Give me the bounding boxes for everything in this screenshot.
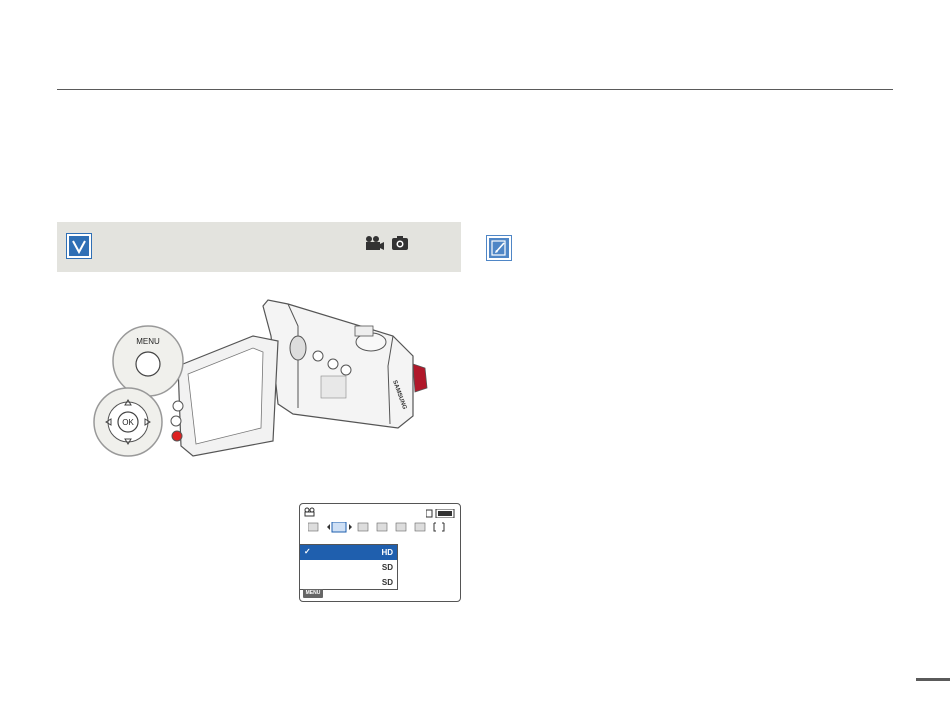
note-pencil-icon bbox=[487, 236, 511, 260]
mode-callout bbox=[57, 222, 461, 272]
option-value: HD bbox=[381, 548, 393, 557]
ok-callout-label: OK bbox=[122, 418, 134, 427]
check-mark-icon: ✓ bbox=[304, 547, 311, 556]
video-mode-icon bbox=[304, 507, 315, 517]
menu-tab-bar[interactable] bbox=[308, 522, 453, 533]
battery-icon bbox=[426, 509, 455, 518]
menu-option-selected[interactable]: ✓ HD bbox=[300, 545, 397, 560]
lcd-screen: ✓ HD SD SD MENU bbox=[299, 503, 461, 602]
menu-option[interactable]: SD bbox=[300, 575, 397, 590]
menu-option-list: ✓ HD SD SD bbox=[300, 544, 398, 590]
header-rule bbox=[57, 89, 893, 90]
checkbox-icon bbox=[67, 234, 91, 258]
option-value: SD bbox=[381, 563, 393, 572]
photo-camera-icon bbox=[392, 236, 408, 250]
camcorder-illustration: SAMSUNG MENU OK bbox=[93, 299, 428, 457]
menu-option[interactable]: SD bbox=[300, 560, 397, 575]
menu-callout-label: MENU bbox=[136, 337, 160, 346]
page-edge-tab bbox=[916, 678, 950, 681]
lcd-menu-button[interactable]: MENU bbox=[303, 589, 323, 598]
option-value: SD bbox=[381, 578, 393, 587]
mode-icons bbox=[362, 234, 412, 252]
video-camera-icon bbox=[366, 236, 384, 250]
